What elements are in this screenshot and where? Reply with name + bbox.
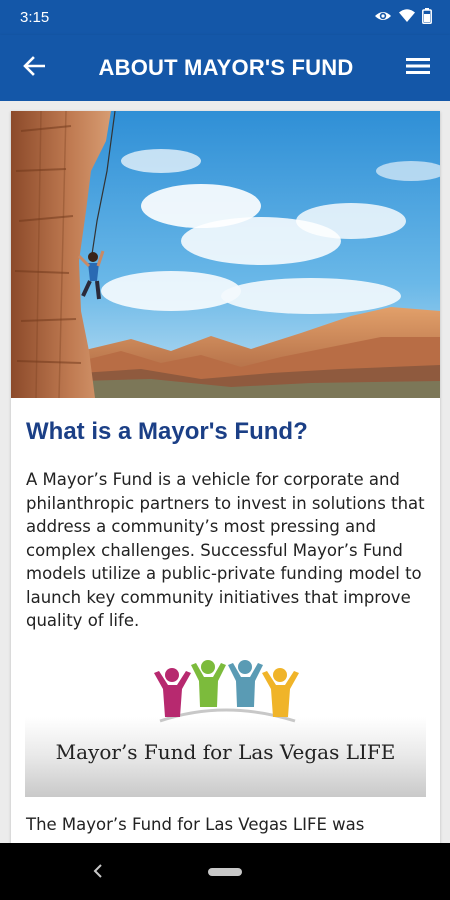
system-navigation-bar	[0, 843, 450, 900]
section-heading: What is a Mayor's Fund?	[26, 418, 308, 445]
people-logo-icon	[154, 660, 299, 723]
status-icons	[374, 7, 432, 28]
app-bar: ABOUT MAYOR'S FUND	[0, 35, 450, 101]
history-paragraph: The Mayor’s Fund for Las Vegas LIFE was	[26, 815, 365, 834]
article-card: What is a Mayor's Fund? A Mayor’s Fund i…	[11, 111, 440, 843]
arrow-left-icon	[23, 55, 46, 81]
description-paragraph: A Mayor’s Fund is a vehicle for corporat…	[26, 470, 425, 630]
nav-back-button[interactable]	[88, 861, 108, 881]
page-title: ABOUT MAYOR'S FUND	[98, 55, 354, 80]
status-bar: 3:15	[0, 0, 450, 35]
nav-back-icon	[88, 864, 108, 885]
content-scroll-area[interactable]: What is a Mayor's Fund? A Mayor’s Fund i…	[0, 101, 450, 843]
logo-caption: Mayor’s Fund for Las Vegas LIFE	[55, 740, 396, 764]
battery-icon	[422, 7, 432, 28]
hamburger-menu-icon	[405, 57, 430, 80]
status-time: 3:15	[20, 9, 50, 26]
eye-icon	[374, 9, 392, 27]
hero-image	[11, 111, 440, 398]
mayors-fund-logo: Mayor’s Fund for Las Vegas LIFE	[25, 659, 426, 797]
wifi-icon	[399, 8, 415, 27]
menu-button[interactable]	[402, 52, 434, 84]
nav-home-pill-icon[interactable]	[208, 868, 242, 876]
back-button[interactable]	[18, 52, 50, 84]
